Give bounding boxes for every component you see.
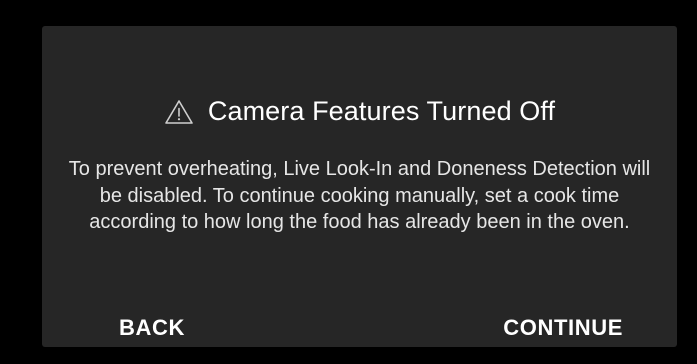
- dialog-title: Camera Features Turned Off: [207, 96, 556, 126]
- back-button[interactable]: BACK: [119, 317, 185, 339]
- warning-triangle-icon: [164, 98, 194, 126]
- camera-features-dialog: Camera Features Turned Off To prevent ov…: [42, 26, 677, 347]
- dialog-message: To prevent overheating, Live Look-In and…: [68, 158, 651, 233]
- continue-button[interactable]: CONTINUE: [503, 317, 623, 339]
- dialog-header: Camera Features Turned Off: [42, 96, 677, 127]
